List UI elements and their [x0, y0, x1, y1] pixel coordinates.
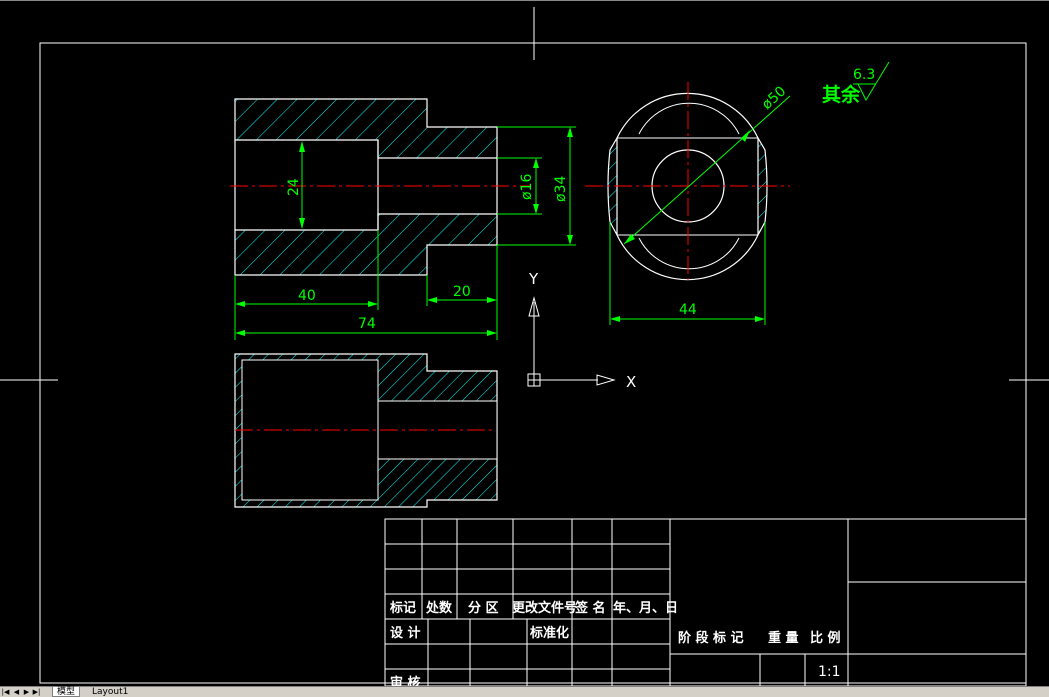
- dim-bore-depth: 40: [298, 288, 316, 304]
- prev-tab-icon[interactable]: ◀: [12, 687, 21, 697]
- tb-design-label: 设 计: [390, 625, 421, 641]
- dim-bore-height: 24: [286, 178, 302, 196]
- title-block: 标记 处数 分 区 更改文件号 签 名 年、月、日 设 计 标准化 审 核 阶 …: [384, 518, 1027, 686]
- tb-scale: 比 例: [810, 630, 841, 646]
- tb-review-label: 审 核: [390, 675, 421, 686]
- last-tab-icon[interactable]: ▶|: [32, 687, 41, 697]
- roughness-symbol: 其余 6.3: [822, 61, 890, 106]
- tb-scale-value: 1:1: [818, 664, 841, 680]
- dim-total-length: 74: [358, 316, 376, 332]
- tab-model[interactable]: 模型: [52, 687, 81, 697]
- ucs-x-label: X: [626, 373, 636, 391]
- front-section-view: 24 ø16 ø34 40 20 74: [230, 98, 576, 340]
- ucs-icon: Y X: [527, 270, 636, 391]
- dim-circle-dia: ø50: [759, 83, 789, 113]
- layout-tab-bar: |◀ ◀ ▶ ▶| 模型 Layout1: [0, 686, 1049, 697]
- dim-shaft-length: 20: [453, 284, 471, 300]
- bottom-section-view: [234, 353, 498, 508]
- tb-header-date: 年、月、日: [613, 600, 678, 616]
- tb-header-mark: 标记: [389, 600, 416, 616]
- drawing-frame: [39, 42, 1027, 684]
- dim-flat-width: 44: [679, 302, 697, 318]
- tb-standard-label: 标准化: [529, 625, 569, 641]
- tb-header-sign: 签 名: [574, 600, 606, 616]
- side-view: ø50 44: [585, 82, 791, 325]
- roughness-label: 其余: [822, 83, 861, 106]
- tab-layout1[interactable]: Layout1: [88, 687, 132, 697]
- first-tab-icon[interactable]: |◀: [1, 687, 10, 697]
- tb-stage-mark: 阶 段 标 记: [678, 630, 744, 646]
- tb-weight: 重 量: [768, 630, 799, 646]
- dim-outer-dia: ø34: [553, 176, 569, 202]
- drawing-canvas[interactable]: 24 ø16 ø34 40 20 74 ø50 44 其余 6.3 Y X 标记…: [0, 0, 1049, 686]
- next-tab-icon[interactable]: ▶: [22, 687, 31, 697]
- ucs-y-label: Y: [528, 270, 539, 288]
- tb-header-docno: 更改文件号: [512, 600, 577, 616]
- dim-hole-dia: ø16: [519, 174, 535, 200]
- roughness-value: 6.3: [853, 67, 875, 83]
- tb-header-count: 处数: [425, 600, 453, 616]
- tb-header-zone: 分 区: [468, 600, 499, 616]
